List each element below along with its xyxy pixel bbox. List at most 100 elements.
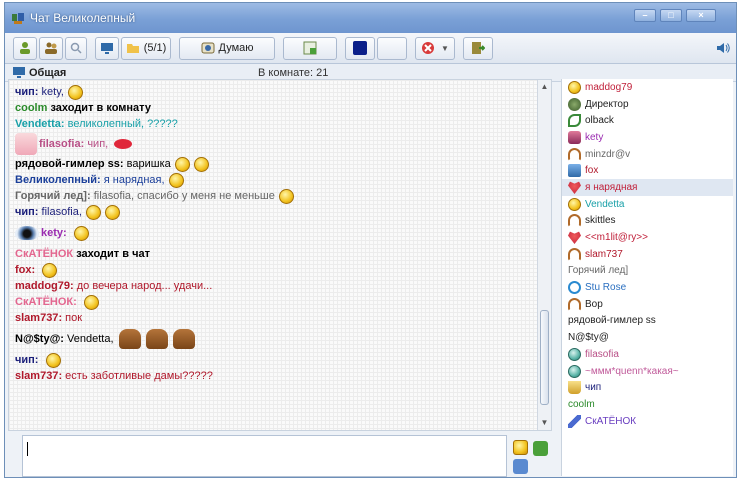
user-list-item[interactable]: СкАТЁНОК	[562, 413, 733, 430]
message-separator: :	[34, 206, 42, 218]
user-list-item[interactable]: kety	[562, 129, 733, 146]
status-button[interactable]: Думаю	[179, 36, 275, 60]
user-name: я нарядная	[585, 181, 638, 193]
smiley-icon	[67, 84, 83, 100]
save-icon[interactable]	[513, 459, 528, 474]
user-name: skittles	[585, 215, 616, 227]
message-nick[interactable]: coolm	[15, 100, 47, 116]
user-list-item[interactable]: рядовой-гимлер ss	[562, 313, 733, 330]
user-name: рядовой-гимлер ss	[568, 315, 656, 327]
user-name: Bop	[585, 298, 603, 310]
message-separator: :	[58, 370, 66, 382]
user-list-item[interactable]: Bop	[562, 296, 733, 313]
monitor-button[interactable]	[95, 36, 119, 60]
message-input[interactable]	[22, 435, 507, 477]
user-list-item[interactable]: coolm	[562, 396, 733, 413]
user-list-item[interactable]: skittles	[562, 213, 733, 230]
send-icon[interactable]	[533, 441, 548, 456]
message-nick[interactable]: slam737	[15, 310, 58, 326]
user-list-item[interactable]: Директор	[562, 96, 733, 113]
user-list-item[interactable]: N@$ty@	[562, 329, 733, 346]
message-nick[interactable]: maddog79	[15, 278, 70, 294]
message-nick[interactable]: Горячий лед]	[15, 188, 87, 204]
smiley-icon	[568, 80, 581, 94]
message-nick[interactable]: Vendetta	[15, 116, 61, 132]
message-text: до вечера народ... удачи...	[76, 280, 213, 292]
room-tab[interactable]: Общая	[13, 67, 66, 79]
user-list-item[interactable]: slam737	[562, 246, 733, 263]
message-nick[interactable]: kety	[41, 225, 63, 241]
scroll-up-arrow[interactable]: ▲	[538, 80, 551, 94]
user-list: maddog79 Директор olback kety minzdr@v fox я н…	[561, 79, 733, 476]
user-list-item[interactable]: maddog79	[562, 79, 733, 96]
message-separator: :	[97, 174, 104, 186]
kitty-icon	[568, 130, 581, 144]
user-list-item[interactable]: minzdr@v	[562, 146, 733, 163]
search-button[interactable]	[65, 36, 87, 60]
smiley-icon	[42, 262, 58, 278]
message-nick[interactable]: N@$ty@	[15, 331, 60, 347]
chat-scrollbar[interactable]: ▲ ▼	[537, 80, 551, 430]
user-name: kety	[585, 131, 604, 143]
scroll-thumb[interactable]	[540, 310, 549, 405]
message-nick[interactable]: чип	[15, 84, 35, 100]
message-nick[interactable]: СкАТЁНОК	[15, 294, 73, 310]
message-nick[interactable]: чип	[15, 204, 35, 220]
message-separator: :	[31, 264, 39, 276]
message-nick[interactable]: СкАТЁНОК	[15, 246, 73, 262]
users-icon-button[interactable]	[39, 36, 63, 60]
exit-button[interactable]	[463, 36, 493, 60]
close-button[interactable]: ×	[686, 9, 716, 22]
maximize-button[interactable]: □	[660, 9, 682, 22]
user-list-item[interactable]: Горячий лед]	[562, 263, 733, 280]
message-nick[interactable]: чип	[15, 352, 35, 368]
message-nick[interactable]: filasofia	[39, 136, 81, 152]
ignore-button[interactable]: ▼	[415, 36, 455, 60]
message-nick[interactable]: Великолепный	[15, 172, 97, 188]
minimize-button[interactable]: –	[634, 9, 656, 22]
smiley-icon	[45, 352, 61, 368]
chat-message: slam737: пок	[15, 310, 531, 326]
chat-message: slam737: есть заботливые дамы?????	[15, 368, 531, 384]
chat-message: kety:	[15, 220, 531, 246]
message-text: заходит в чат	[76, 248, 150, 260]
sound-icon[interactable]	[716, 42, 730, 57]
message-nick[interactable]: fox	[15, 262, 32, 278]
window-title: Чат Великолепный	[30, 11, 136, 25]
user-list-item[interactable]: fox	[562, 162, 733, 179]
user-list-item[interactable]: <<m1lit@ry>>	[562, 229, 733, 246]
text-caret	[27, 442, 28, 456]
title-bar[interactable]: Чат Великолепный – □ ×	[5, 3, 736, 33]
beaver-icon	[172, 329, 195, 349]
status-label: Думаю	[218, 42, 254, 54]
cup-icon	[568, 381, 581, 395]
smiley-icon	[174, 156, 190, 172]
user-list-item[interactable]: Stu Rose	[562, 279, 733, 296]
message-text: я нарядная,	[103, 174, 165, 186]
user-list-item[interactable]: Vendetta	[562, 196, 733, 213]
private-button[interactable]	[283, 36, 337, 60]
chat-log[interactable]: чип: kety, coolm заходит в комнату Vendett…	[8, 79, 552, 431]
user-name: coolm	[568, 398, 595, 410]
user-list-item[interactable]: filasofia	[562, 346, 733, 363]
emoticon-picker-icon[interactable]	[513, 440, 528, 455]
blank-button[interactable]	[377, 36, 407, 60]
user-list-item[interactable]: olback	[562, 112, 733, 129]
user-list-item[interactable]: ~ммм*quenn*какая~	[562, 363, 733, 380]
chat-message: Vendetta: великолепный, ?????	[15, 116, 531, 132]
message-text: заходит в комнату	[50, 102, 151, 114]
rooms-button[interactable]: (5/1)	[121, 36, 171, 60]
user-list-item[interactable]: чип	[562, 379, 733, 396]
box-icon	[568, 164, 581, 178]
user-name: olback	[585, 115, 614, 127]
user-list-item[interactable]: я нарядная	[562, 179, 733, 196]
message-nick[interactable]: slam737	[15, 368, 58, 384]
user-name: чип	[585, 382, 602, 394]
smiley-icon	[568, 197, 581, 211]
chevron-down-icon[interactable]: ▼	[441, 44, 449, 53]
scroll-down-arrow[interactable]: ▼	[538, 416, 551, 430]
color-button[interactable]	[345, 36, 375, 60]
message-separator: :	[63, 227, 70, 239]
user-icon-button[interactable]	[13, 36, 37, 60]
message-nick[interactable]: рядовой-гимлер ss	[15, 156, 120, 172]
